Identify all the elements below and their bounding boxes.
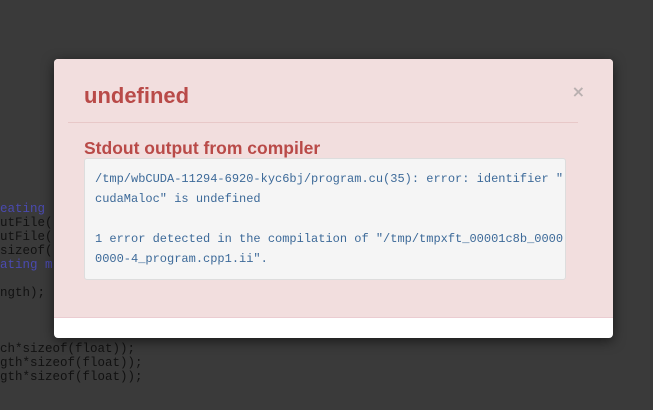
modal-title: undefined: [84, 83, 190, 108]
section-title: Stdout output from compiler: [84, 138, 321, 158]
modal-body: undefined × Stdout output from compiler …: [54, 59, 613, 318]
error-modal: undefined × Stdout output from compiler …: [54, 59, 613, 338]
compiler-output: /tmp/wbCUDA-11294-6920-kyc6bj/program.cu…: [84, 158, 566, 280]
header-divider: [68, 122, 578, 123]
close-button[interactable]: ×: [572, 83, 585, 101]
